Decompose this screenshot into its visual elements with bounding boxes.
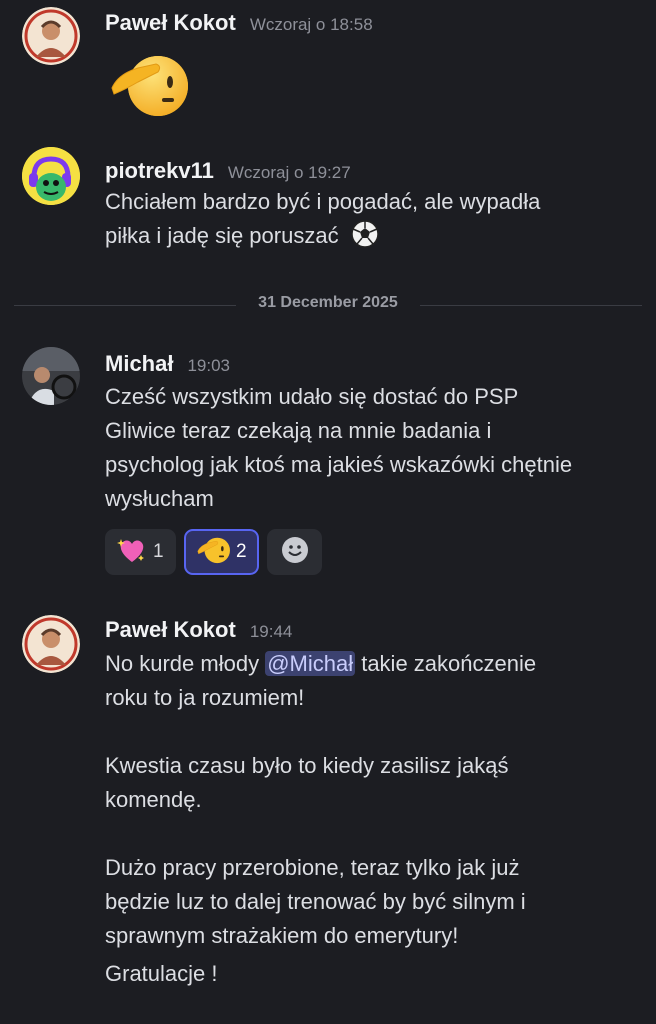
avatar-pawel[interactable] — [22, 7, 80, 65]
message-line: wysłucham — [105, 486, 214, 511]
author-name[interactable]: Paweł Kokot — [105, 10, 236, 36]
message-michal: Michał 19:03 Cześć wszystkim udało się d… — [0, 335, 656, 595]
message-line: Cześć wszystkim udało się dostać do PSP — [105, 384, 519, 409]
message-line: roku to ja rozumiem! — [105, 685, 305, 710]
message-line-with-emoji: piłka i jadę się poruszać — [105, 219, 640, 258]
message-body: No kurde młody @Michał takie zakończenie… — [105, 647, 640, 991]
author-name[interactable]: Paweł Kokot — [105, 617, 236, 643]
message-pawel-2: Paweł Kokot 19:44 No kurde młody @Michał… — [0, 605, 656, 1024]
message-piotrek: piotrekv11 Wczoraj o 19:27 Chciałem bard… — [0, 140, 656, 280]
message-text: No kurde młody — [105, 651, 266, 676]
message-timestamp: Wczoraj o 19:27 — [227, 163, 351, 182]
message-timestamp: 19:44 — [249, 622, 293, 641]
message-text: takie zakończenie — [355, 651, 537, 676]
author-name[interactable]: piotrekv11 — [105, 158, 214, 184]
avatar-michal[interactable] — [22, 347, 80, 405]
author-name[interactable]: Michał — [105, 351, 173, 377]
message-line: komendę. — [105, 787, 202, 812]
message-line: Gratulacje ! — [105, 961, 218, 986]
message-pawel-1: Paweł Kokot Wczoraj o 18:58 — [0, 0, 656, 130]
add-reaction-button[interactable] — [267, 529, 322, 575]
date-divider-label: 31 December 2025 — [236, 294, 420, 312]
message-line: No kurde młody @Michał takie zakończenie — [105, 647, 640, 681]
message-line: psycholog jak ktoś ma jakieś wskazówki c… — [105, 452, 573, 477]
message-line: sprawnym strażakiem do emerytury! — [105, 923, 459, 948]
message-body: Chciałem bardzo być i pogadać, ale wypad… — [105, 185, 640, 258]
message-line: Kwestia czasu było to kiedy zasilisz jak… — [105, 753, 509, 778]
user-mention[interactable]: @Michał — [265, 651, 356, 676]
message-body: Cześć wszystkim udało się dostać do PSP … — [105, 380, 640, 516]
soccer-ball-icon — [350, 220, 379, 258]
message-line: Gliwice teraz czekają na mnie badania i — [105, 418, 492, 443]
reaction-sparkling-heart[interactable]: 1 — [105, 529, 176, 575]
saluting-face-icon — [196, 536, 230, 569]
smiley-face-icon — [281, 536, 309, 569]
avatar-piotrek[interactable] — [22, 147, 80, 205]
message-line: będzie luz to dalej trenować by być siln… — [105, 889, 526, 914]
message-line: piłka i jadę się poruszać — [105, 223, 339, 248]
sparkling-heart-icon — [117, 535, 147, 570]
avatar-pawel[interactable] — [22, 615, 80, 673]
reaction-count: 2 — [236, 541, 247, 562]
message-line: Chciałem bardzo być i pogadać, ale wypad… — [105, 189, 541, 214]
saluting-face-icon — [108, 52, 188, 123]
message-line: Dużo pracy przerobione, teraz tylko jak … — [105, 855, 520, 880]
reaction-count: 1 — [153, 541, 164, 562]
reaction-bar: 1 2 — [105, 529, 322, 575]
reaction-saluting-face[interactable]: 2 — [184, 529, 259, 575]
message-timestamp: 19:03 — [187, 356, 231, 375]
message-timestamp: Wczoraj o 18:58 — [249, 15, 373, 34]
